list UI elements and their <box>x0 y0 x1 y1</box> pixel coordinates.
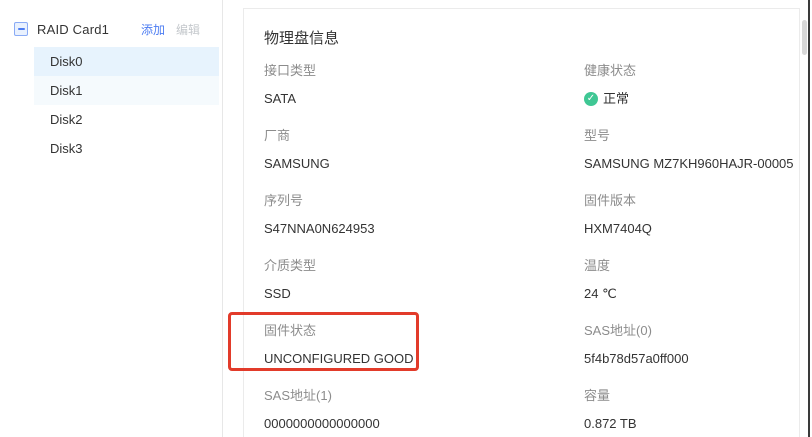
field-media-type: 介质类型 SSD <box>264 258 584 302</box>
field-label: 固件状态 <box>264 323 584 339</box>
disk-item-disk2[interactable]: Disk2 <box>34 105 219 134</box>
health-status-text: 正常 <box>603 91 629 107</box>
field-value: SAMSUNG <box>264 156 584 172</box>
raid-card-label: RAID Card1 <box>37 22 141 37</box>
field-label: 厂商 <box>264 128 584 144</box>
field-model: 型号 SAMSUNG MZ7KH960HAJR-00005 <box>584 128 799 172</box>
disk-item-disk0[interactable]: Disk0 <box>34 47 219 76</box>
field-sas-address-0: SAS地址(0) 5f4b78d57a0ff000 <box>584 323 799 367</box>
field-capacity: 容量 0.872 TB <box>584 388 799 432</box>
window-edge-line <box>808 0 810 437</box>
field-value: SATA <box>264 91 584 107</box>
field-label: 温度 <box>584 258 799 274</box>
raid-card-node[interactable]: RAID Card1 添加 编辑 <box>0 18 222 40</box>
field-serial-number: 序列号 S47NNA0N624953 <box>264 193 584 237</box>
field-value: ✓ 正常 <box>584 91 799 107</box>
field-label: 介质类型 <box>264 258 584 274</box>
field-label: 健康状态 <box>584 63 799 79</box>
field-temperature: 温度 24 ℃ <box>584 258 799 302</box>
disk-item-disk3[interactable]: Disk3 <box>34 134 219 163</box>
edit-link[interactable]: 编辑 <box>176 21 200 38</box>
field-label: 型号 <box>584 128 799 144</box>
field-label: SAS地址(1) <box>264 388 584 404</box>
field-label: 序列号 <box>264 193 584 209</box>
field-value: HXM7404Q <box>584 221 799 237</box>
field-label: 容量 <box>584 388 799 404</box>
vertical-scrollbar[interactable] <box>801 0 808 437</box>
field-value: S47NNA0N624953 <box>264 221 584 237</box>
field-interface-type: 接口类型 SATA <box>264 63 584 107</box>
disk-item-disk1[interactable]: Disk1 <box>34 76 219 105</box>
add-link[interactable]: 添加 <box>141 21 165 38</box>
field-label: 固件版本 <box>584 193 799 209</box>
field-firmware-version: 固件版本 HXM7404Q <box>584 193 799 237</box>
field-firmware-state: 固件状态 UNCONFIGURED GOOD <box>264 323 584 367</box>
field-vendor: 厂商 SAMSUNG <box>264 128 584 172</box>
minus-glyph <box>18 28 25 30</box>
collapse-minus-icon[interactable] <box>14 22 28 36</box>
field-value: 24 ℃ <box>584 286 799 302</box>
field-value: 0000000000000000 <box>264 416 584 432</box>
field-value: 0.872 TB <box>584 416 799 432</box>
field-sas-address-1: SAS地址(1) 0000000000000000 <box>264 388 584 432</box>
field-grid: 接口类型 SATA 健康状态 ✓ 正常 厂商 SAMSUNG 型号 SAMSUN… <box>264 63 799 432</box>
field-label: SAS地址(0) <box>584 323 799 339</box>
disk-tree-sidebar: RAID Card1 添加 编辑 Disk0 Disk1 Disk2 Disk3 <box>0 0 223 437</box>
field-label: 接口类型 <box>264 63 584 79</box>
page-title: 物理盘信息 <box>264 29 799 49</box>
field-value: UNCONFIGURED GOOD <box>264 351 584 367</box>
disk-list: Disk0 Disk1 Disk2 Disk3 <box>0 47 222 163</box>
field-value: SAMSUNG MZ7KH960HAJR-00005 <box>584 156 799 172</box>
field-health-status: 健康状态 ✓ 正常 <box>584 63 799 107</box>
scrollbar-thumb[interactable] <box>802 20 807 55</box>
check-circle-icon: ✓ <box>584 92 598 106</box>
field-value: SSD <box>264 286 584 302</box>
physical-disk-info-panel: 物理盘信息 接口类型 SATA 健康状态 ✓ 正常 厂商 SAMSUNG 型号 … <box>243 8 800 437</box>
field-value: 5f4b78d57a0ff000 <box>584 351 799 367</box>
